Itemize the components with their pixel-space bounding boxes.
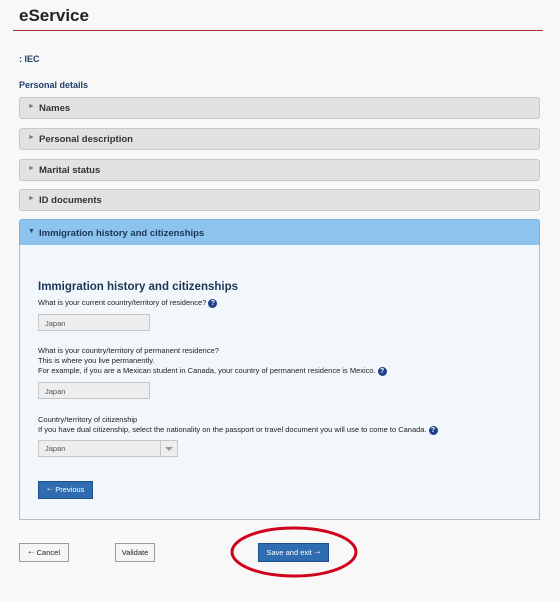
help-icon[interactable]: ? xyxy=(428,425,438,435)
accordion-marital-status[interactable]: ► Marital status xyxy=(19,159,540,181)
residence-question: What is your current country/territory o… xyxy=(38,298,218,308)
chevron-down-icon[interactable] xyxy=(160,441,177,456)
accordion-label: ID documents xyxy=(39,195,102,206)
accordion-label: Marital status xyxy=(39,165,101,176)
previous-button[interactable]: 🠐 Previous xyxy=(38,481,93,499)
page-title: eService xyxy=(19,6,89,25)
citizenship-select[interactable]: Japan xyxy=(38,440,178,457)
accordion-immigration-history[interactable]: ▼ Immigration history and citizenships xyxy=(19,219,540,246)
residence-question-label: What is your current country/territory o… xyxy=(38,298,207,307)
chevron-right-icon: ► xyxy=(28,195,35,202)
accordion-names[interactable]: ► Names xyxy=(19,97,540,119)
cancel-button[interactable]: 🠐 Cancel xyxy=(19,543,69,562)
question-line: Country/territory of citizenship xyxy=(38,415,138,424)
highlight-annotation-ellipse xyxy=(230,526,358,578)
arrow-left-icon: 🠐 xyxy=(27,548,35,557)
citizenship-select-value: Japan xyxy=(45,444,66,453)
question-line: For example, if you are a Mexican studen… xyxy=(38,366,376,375)
accordion-id-documents[interactable]: ► ID documents xyxy=(19,189,540,211)
chevron-right-icon: ► xyxy=(28,103,35,110)
accordion-personal-description[interactable]: ► Personal description xyxy=(19,128,540,150)
panel-title: Immigration history and citizenships xyxy=(38,281,239,293)
validate-button-label: Validate xyxy=(121,548,149,557)
application-context-label: : IEC xyxy=(19,54,40,64)
permanent-residence-question: What is your country/territory of perman… xyxy=(38,346,387,376)
permanent-residence-field[interactable]: Japan xyxy=(38,382,150,399)
previous-button-label: Previous xyxy=(55,485,85,494)
current-residence-field[interactable]: Japan xyxy=(38,314,150,331)
chevron-down-icon: ▼ xyxy=(28,228,35,235)
chevron-right-icon: ► xyxy=(28,134,35,141)
help-icon[interactable]: ? xyxy=(377,366,387,376)
help-icon[interactable]: ? xyxy=(208,298,218,308)
question-line: This is where you live permanently. xyxy=(38,356,155,365)
title-divider xyxy=(13,30,543,31)
validate-button[interactable]: Validate xyxy=(115,543,155,562)
accordion-label: Immigration history and citizenships xyxy=(39,228,205,239)
immigration-history-panel: Immigration history and citizenships Wha… xyxy=(19,245,540,520)
accordion-label: Names xyxy=(39,103,71,114)
question-line: If you have dual citizenship, select the… xyxy=(38,425,427,434)
accordion-label: Personal description xyxy=(39,134,133,145)
citizenship-question: Country/territory of citizenship If you … xyxy=(38,415,438,435)
question-line: What is your country/territory of perman… xyxy=(38,346,219,355)
chevron-right-icon: ► xyxy=(28,165,35,172)
arrow-left-icon: 🠐 xyxy=(46,485,54,494)
cancel-button-label: Cancel xyxy=(36,548,60,557)
section-heading: Personal details xyxy=(19,80,89,90)
